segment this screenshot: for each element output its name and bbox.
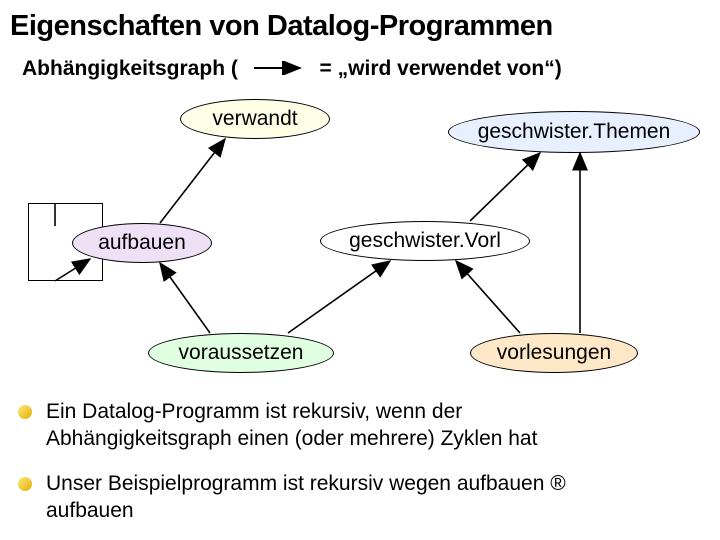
bullet-item: Unser Beispielprogramm ist rekursiv wege… [46,471,702,525]
bullet-text: aufbauen [46,499,134,522]
node-voraussetzen: voraussetzen [148,333,334,373]
node-verwandt: verwandt [180,99,330,139]
page-title: Eigenschaften von Datalog-Programmen [0,0,720,43]
node-geschwister-themen: geschwister.Themen [448,111,700,153]
bullet-text: Unser Beispielprogramm ist rekursiv wege… [46,472,550,495]
node-aufbauen: aufbauen [72,223,212,263]
subtitle-left: Abhängigkeitsgraph ( [22,57,238,80]
bullet-text: Abhängigkeitsgraph einen (oder mehrere) … [46,427,537,450]
subtitle: Abhängigkeitsgraph ( = „wird verwendet v… [0,43,720,81]
node-geschwister-vorl: geschwister.Vorl [320,221,530,261]
bullet-list: Ein Datalog-Programm ist rekursiv, wenn … [0,391,720,525]
subtitle-right: = „wird verwendet von“) [320,57,562,80]
implies-icon: ® [550,472,565,495]
bullet-text: Ein Datalog-Programm ist rekursiv, wenn … [46,400,462,423]
arrow-icon [252,57,306,81]
node-vorlesungen: vorlesungen [470,333,638,373]
bullet-item: Ein Datalog-Programm ist rekursiv, wenn … [46,399,702,453]
dependency-graph: verwandt geschwister.Themen aufbauen ges… [0,81,720,391]
